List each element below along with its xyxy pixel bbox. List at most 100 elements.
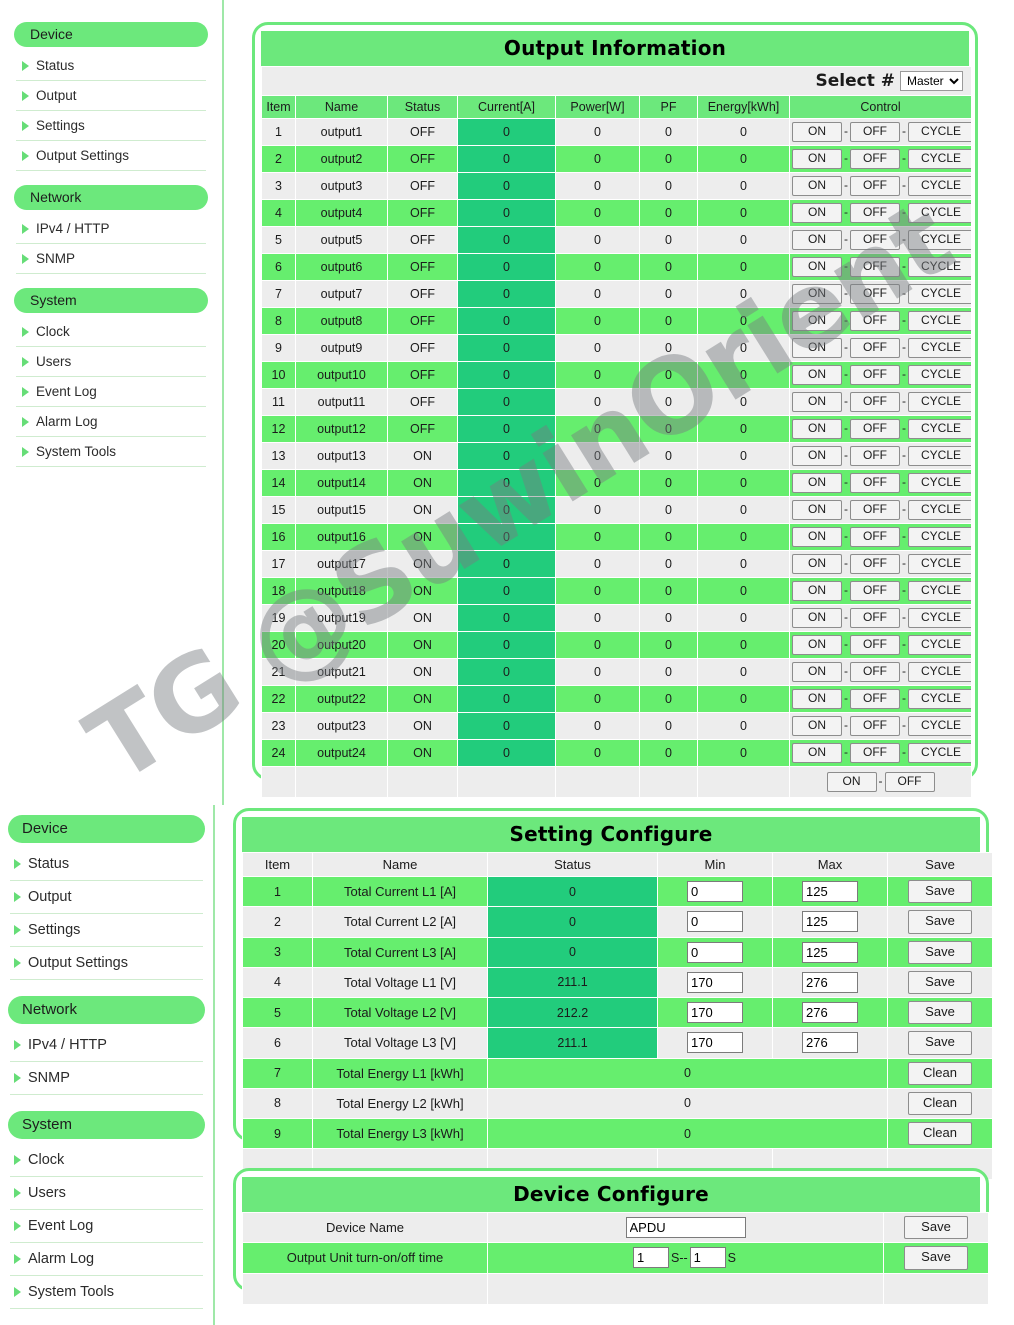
row-on-button[interactable]: ON bbox=[792, 716, 842, 736]
row-on-button[interactable]: ON bbox=[792, 500, 842, 520]
row-off-button[interactable]: OFF bbox=[850, 176, 900, 196]
row-cycle-button[interactable]: CYCLE bbox=[908, 392, 971, 412]
device-name-input[interactable] bbox=[625, 1217, 746, 1239]
max-input[interactable] bbox=[802, 941, 858, 963]
row-cycle-button[interactable]: CYCLE bbox=[908, 284, 971, 304]
row-on-button[interactable]: ON bbox=[792, 635, 842, 655]
row-on-button[interactable]: ON bbox=[792, 662, 842, 682]
min-input[interactable] bbox=[687, 911, 743, 933]
sidebar-primary-item-alarm-log[interactable]: Alarm Log bbox=[16, 407, 206, 437]
sidebar-primary-item-status[interactable]: Status bbox=[16, 51, 206, 81]
device-name-save-button[interactable]: Save bbox=[904, 1216, 968, 1240]
row-cycle-button[interactable]: CYCLE bbox=[908, 365, 971, 385]
min-input[interactable] bbox=[687, 1002, 743, 1024]
sidebar-primary-item-settings[interactable]: Settings bbox=[16, 111, 206, 141]
row-on-button[interactable]: ON bbox=[792, 122, 842, 142]
min-input[interactable] bbox=[687, 971, 743, 993]
max-input[interactable] bbox=[802, 1002, 858, 1024]
row-on-button[interactable]: ON bbox=[792, 338, 842, 358]
row-off-button[interactable]: OFF bbox=[850, 500, 900, 520]
row-cycle-button[interactable]: CYCLE bbox=[908, 122, 971, 142]
sidebar-primary-item-event-log[interactable]: Event Log bbox=[16, 377, 206, 407]
sidebar-secondary-item-clock[interactable]: Clock bbox=[10, 1144, 203, 1177]
setting-save-button[interactable]: Save bbox=[908, 1001, 972, 1025]
sidebar-secondary-item-snmp[interactable]: SNMP bbox=[10, 1062, 203, 1095]
row-on-button[interactable]: ON bbox=[792, 527, 842, 547]
row-on-button[interactable]: ON bbox=[792, 257, 842, 277]
row-off-button[interactable]: OFF bbox=[850, 284, 900, 304]
row-cycle-button[interactable]: CYCLE bbox=[908, 176, 971, 196]
row-off-button[interactable]: OFF bbox=[850, 419, 900, 439]
row-off-button[interactable]: OFF bbox=[850, 311, 900, 331]
sidebar-secondary-item-ipv4-http[interactable]: IPv4 / HTTP bbox=[10, 1029, 203, 1062]
row-off-button[interactable]: OFF bbox=[850, 230, 900, 250]
sidebar-secondary-item-settings[interactable]: Settings bbox=[10, 914, 203, 947]
sidebar-secondary-item-event-log[interactable]: Event Log bbox=[10, 1210, 203, 1243]
max-input[interactable] bbox=[802, 911, 858, 933]
setting-save-button[interactable]: Save bbox=[908, 970, 972, 994]
row-cycle-button[interactable]: CYCLE bbox=[908, 716, 971, 736]
sidebar-primary-item-output-settings[interactable]: Output Settings bbox=[16, 141, 206, 171]
setting-save-button[interactable]: Save bbox=[908, 1031, 972, 1055]
all-off-button[interactable]: OFF bbox=[884, 772, 935, 792]
row-off-button[interactable]: OFF bbox=[850, 473, 900, 493]
row-cycle-button[interactable]: CYCLE bbox=[908, 230, 971, 250]
sidebar-primary-item-system-tools[interactable]: System Tools bbox=[16, 437, 206, 467]
row-cycle-button[interactable]: CYCLE bbox=[908, 257, 971, 277]
row-off-button[interactable]: OFF bbox=[850, 689, 900, 709]
row-off-button[interactable]: OFF bbox=[850, 635, 900, 655]
row-on-button[interactable]: ON bbox=[792, 284, 842, 304]
min-input[interactable] bbox=[687, 881, 743, 903]
setting-save-button[interactable]: Save bbox=[908, 940, 972, 964]
row-on-button[interactable]: ON bbox=[792, 230, 842, 250]
row-off-button[interactable]: OFF bbox=[850, 338, 900, 358]
max-input[interactable] bbox=[802, 971, 858, 993]
setting-clean-button[interactable]: Clean bbox=[908, 1091, 972, 1115]
row-cycle-button[interactable]: CYCLE bbox=[908, 635, 971, 655]
row-off-button[interactable]: OFF bbox=[850, 203, 900, 223]
row-cycle-button[interactable]: CYCLE bbox=[908, 608, 971, 628]
row-on-button[interactable]: ON bbox=[792, 554, 842, 574]
sidebar-secondary-item-alarm-log[interactable]: Alarm Log bbox=[10, 1243, 203, 1276]
row-off-button[interactable]: OFF bbox=[850, 527, 900, 547]
row-cycle-button[interactable]: CYCLE bbox=[908, 662, 971, 682]
row-cycle-button[interactable]: CYCLE bbox=[908, 527, 971, 547]
row-off-button[interactable]: OFF bbox=[850, 365, 900, 385]
row-on-button[interactable]: ON bbox=[792, 203, 842, 223]
max-input[interactable] bbox=[802, 1032, 858, 1054]
row-cycle-button[interactable]: CYCLE bbox=[908, 419, 971, 439]
row-off-button[interactable]: OFF bbox=[850, 149, 900, 169]
max-input[interactable] bbox=[802, 881, 858, 903]
row-off-button[interactable]: OFF bbox=[850, 608, 900, 628]
sidebar-secondary-item-output[interactable]: Output bbox=[10, 881, 203, 914]
row-cycle-button[interactable]: CYCLE bbox=[908, 338, 971, 358]
turn-on-time-input[interactable] bbox=[632, 1247, 669, 1269]
row-off-button[interactable]: OFF bbox=[850, 122, 900, 142]
row-on-button[interactable]: ON bbox=[792, 365, 842, 385]
turn-off-time-input[interactable] bbox=[689, 1247, 726, 1269]
row-on-button[interactable]: ON bbox=[792, 689, 842, 709]
row-off-button[interactable]: OFF bbox=[850, 446, 900, 466]
setting-clean-button[interactable]: Clean bbox=[908, 1061, 972, 1085]
sidebar-secondary-item-output-settings[interactable]: Output Settings bbox=[10, 947, 203, 980]
sidebar-secondary-item-status[interactable]: Status bbox=[10, 848, 203, 881]
sidebar-secondary-item-users[interactable]: Users bbox=[10, 1177, 203, 1210]
sidebar-primary-item-snmp[interactable]: SNMP bbox=[16, 244, 206, 274]
row-cycle-button[interactable]: CYCLE bbox=[908, 311, 971, 331]
sidebar-primary-item-clock[interactable]: Clock bbox=[16, 317, 206, 347]
row-off-button[interactable]: OFF bbox=[850, 581, 900, 601]
row-off-button[interactable]: OFF bbox=[850, 662, 900, 682]
all-on-button[interactable]: ON bbox=[826, 772, 877, 792]
row-off-button[interactable]: OFF bbox=[850, 716, 900, 736]
setting-save-button[interactable]: Save bbox=[908, 880, 972, 904]
row-on-button[interactable]: ON bbox=[792, 419, 842, 439]
row-cycle-button[interactable]: CYCLE bbox=[908, 500, 971, 520]
row-cycle-button[interactable]: CYCLE bbox=[908, 554, 971, 574]
row-cycle-button[interactable]: CYCLE bbox=[908, 446, 971, 466]
row-off-button[interactable]: OFF bbox=[850, 257, 900, 277]
row-cycle-button[interactable]: CYCLE bbox=[908, 689, 971, 709]
row-off-button[interactable]: OFF bbox=[850, 392, 900, 412]
row-cycle-button[interactable]: CYCLE bbox=[908, 743, 971, 763]
min-input[interactable] bbox=[687, 1032, 743, 1054]
select-unit-dropdown[interactable]: Master bbox=[900, 71, 963, 91]
